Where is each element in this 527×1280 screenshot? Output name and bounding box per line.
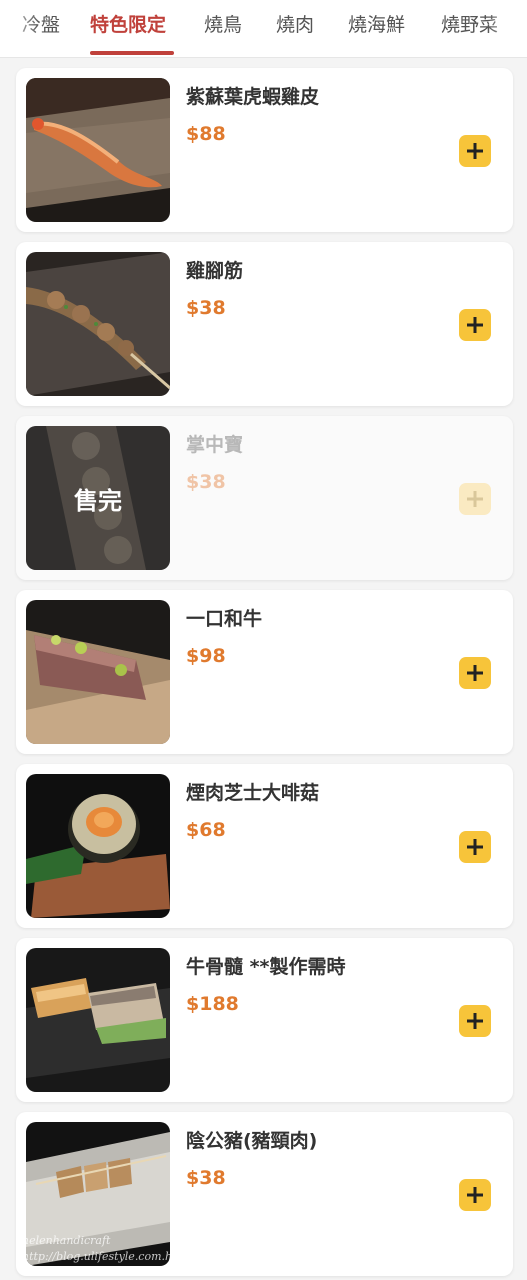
item-name: 煙肉芝士大啡菇	[186, 782, 320, 804]
photo-watermark: helenhandicraft http://blog.ulifestyle.c…	[22, 1233, 182, 1265]
menu-item-card-sold-out: 售完 掌中寶 $38	[16, 416, 513, 580]
plus-icon	[467, 317, 483, 333]
menu-item-card[interactable]: 牛骨髓 **製作需時 $188	[16, 938, 513, 1102]
food-photo	[26, 252, 170, 396]
sold-out-label: 售完	[26, 426, 170, 570]
item-price: $68	[186, 819, 226, 841]
plus-icon	[467, 143, 483, 159]
plus-icon	[467, 665, 483, 681]
tab-fade-right	[487, 0, 527, 57]
category-tab-bar: 冷盤 特色限定 燒鳥 燒肉 燒海鮮 燒野菜	[0, 0, 527, 58]
plus-icon	[467, 491, 483, 507]
food-photo	[26, 774, 170, 918]
plus-icon	[467, 839, 483, 855]
menu-item-card[interactable]: 紫蘇葉虎蝦雞皮 $88	[16, 68, 513, 232]
item-name: 雞腳筋	[186, 260, 244, 282]
tab-grilled-meat[interactable]: 燒肉	[276, 10, 314, 40]
item-name: 一口和牛	[186, 608, 263, 630]
tab-fade-left	[0, 0, 40, 57]
food-photo: 售完	[26, 426, 170, 570]
plus-icon	[467, 1013, 483, 1029]
item-price: $38	[186, 471, 226, 493]
add-to-cart-button[interactable]	[459, 135, 491, 167]
item-name: 紫蘇葉虎蝦雞皮	[186, 86, 320, 108]
item-price: $188	[186, 993, 239, 1015]
food-photo	[26, 78, 170, 222]
item-price: $38	[186, 297, 226, 319]
item-name: 陰公豬(豬頸肉)	[186, 1130, 318, 1152]
item-price: $88	[186, 123, 226, 145]
plus-icon	[467, 1187, 483, 1203]
tab-grilled-chicken[interactable]: 燒鳥	[204, 10, 242, 40]
tab-grilled-seafood[interactable]: 燒海鮮	[348, 10, 405, 40]
menu-item-card[interactable]: 煙肉芝士大啡菇 $68	[16, 764, 513, 928]
tab-special-limited[interactable]: 特色限定	[90, 10, 166, 40]
menu-item-card[interactable]: 一口和牛 $98	[16, 590, 513, 754]
watermark-line-1: helenhandicraft	[22, 1234, 111, 1247]
add-to-cart-button[interactable]	[459, 309, 491, 341]
item-price: $98	[186, 645, 226, 667]
menu-item-card[interactable]: 雞腳筋 $38	[16, 242, 513, 406]
food-photo	[26, 948, 170, 1092]
active-tab-indicator	[90, 51, 174, 55]
food-photo	[26, 600, 170, 744]
item-name: 掌中寶	[186, 434, 244, 456]
item-name: 牛骨髓 **製作需時	[186, 956, 346, 978]
add-to-cart-button[interactable]	[459, 657, 491, 689]
watermark-line-2: http://blog.ulifestyle.com.hk/	[22, 1250, 183, 1263]
item-price: $38	[186, 1167, 226, 1189]
add-to-cart-button[interactable]	[459, 831, 491, 863]
add-to-cart-button[interactable]	[459, 1005, 491, 1037]
add-to-cart-button-disabled	[459, 483, 491, 515]
add-to-cart-button[interactable]	[459, 1179, 491, 1211]
